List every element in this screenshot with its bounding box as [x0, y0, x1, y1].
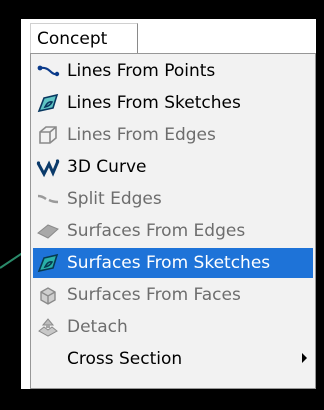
- menu-item-surfaces-from-edges[interactable]: Surfaces From Edges: [33, 216, 313, 246]
- menu-item-lines-from-points[interactable]: Lines From Points: [33, 56, 313, 86]
- menu-item-label: Split Edges: [67, 189, 162, 209]
- menu-title-label: Concept: [37, 29, 108, 49]
- menu-item-lines-from-sketches[interactable]: Lines From Sketches: [33, 88, 313, 118]
- lines-from-edges-icon: [39, 126, 57, 144]
- menu-item-surfaces-from-sketches[interactable]: Surfaces From Sketches: [33, 248, 313, 278]
- menu-item-cross-section[interactable]: Cross Section: [33, 344, 313, 374]
- menu-item-surfaces-from-faces[interactable]: Surfaces From Faces: [33, 280, 313, 310]
- lines-from-sketches-icon: [37, 93, 59, 113]
- concept-dropdown-menu: Lines From Points Lines From Sketches Li…: [30, 53, 316, 389]
- menu-item-label: Surfaces From Faces: [67, 285, 241, 305]
- detach-icon: [38, 318, 58, 337]
- menu-item-label: Cross Section: [67, 349, 183, 369]
- surfaces-from-faces-icon: [40, 287, 56, 305]
- submenu-arrow-icon: [302, 353, 307, 363]
- surfaces-from-sketches-icon: [37, 253, 59, 273]
- 3d-curve-icon: [36, 159, 60, 178]
- menu-panel: Concept Lines From Points Lines From Ske…: [21, 19, 316, 389]
- menu-item-label: Detach: [67, 317, 128, 337]
- menu-item-label: Lines From Edges: [67, 125, 216, 145]
- menu-item-lines-from-edges[interactable]: Lines From Edges: [33, 120, 313, 150]
- lines-from-points-icon: [37, 65, 60, 77]
- menu-item-label: 3D Curve: [67, 157, 147, 177]
- menu-item-label: Surfaces From Sketches: [67, 253, 271, 273]
- menu-item-3d-curve[interactable]: 3D Curve: [33, 152, 313, 182]
- menu-concept[interactable]: Concept: [30, 23, 138, 53]
- menu-item-label: Lines From Sketches: [67, 93, 241, 113]
- menu-item-label: Lines From Points: [67, 61, 216, 81]
- menu-item-split-edges[interactable]: Split Edges: [33, 184, 313, 214]
- menu-item-label: Surfaces From Edges: [67, 221, 246, 241]
- surfaces-from-edges-icon: [37, 224, 59, 239]
- menu-item-detach[interactable]: Detach: [33, 312, 313, 342]
- split-edges-icon: [37, 194, 59, 204]
